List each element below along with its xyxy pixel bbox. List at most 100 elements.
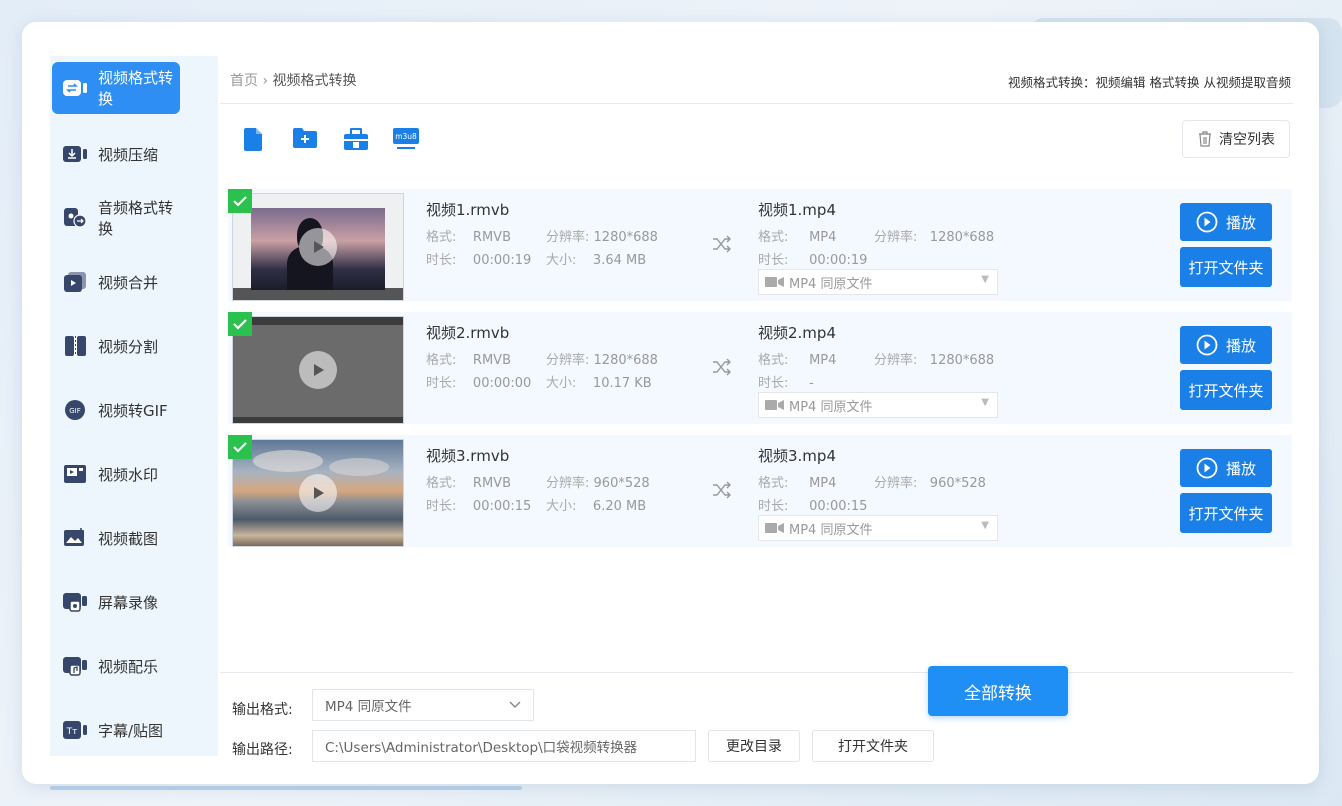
- dropdown-arrow-icon: ▼: [981, 274, 989, 285]
- output-duration: 时长: 00:00:15: [758, 495, 867, 514]
- file-row: 视频3.rmvb 格式: RMVB 分辨率: 960*528 时长: 00:00…: [228, 435, 1292, 547]
- duration-value: -: [809, 376, 814, 391]
- sidebar-item-label: 视频压缩: [98, 145, 159, 164]
- size-value: 6.20 MB: [592, 499, 647, 514]
- sidebar-item-screen-record[interactable]: 屏幕录像: [52, 576, 180, 628]
- play-circle-icon: [1196, 457, 1218, 479]
- duration-label: 时长:: [758, 253, 789, 268]
- import-device-icon[interactable]: [342, 126, 368, 152]
- sidebar-item-label: 屏幕录像: [98, 593, 159, 612]
- output-duration: 时长: -: [758, 372, 814, 391]
- open-folder-button[interactable]: 打开文件夹: [1180, 370, 1272, 410]
- source-format: 格式: RMVB: [426, 349, 511, 368]
- output-path-input[interactable]: C:\Users\Administrator\Desktop\口袋视频转换器: [312, 730, 696, 762]
- size-value: 3.64 MB: [592, 253, 647, 268]
- source-file-name: 视频1.rmvb: [426, 201, 510, 219]
- open-folder-button[interactable]: 打开文件夹: [1180, 493, 1272, 533]
- sidebar-item-video-music[interactable]: 视频配乐: [52, 640, 180, 692]
- convert-arrow-icon: [712, 358, 732, 376]
- play-label: 播放: [1225, 213, 1256, 232]
- resolution-value: 1280*688: [929, 353, 995, 368]
- output-format-label: 输出格式:: [232, 702, 293, 718]
- output-format-select[interactable]: MP4 同原文件 ▼: [758, 269, 998, 295]
- source-duration: 时长: 00:00:00: [426, 372, 531, 391]
- feature-description: 视频格式转换：视频编辑 格式转换 从视频提取音频: [1008, 75, 1291, 90]
- screenshot-icon: [62, 527, 90, 549]
- output-path-label: 输出路径:: [232, 742, 293, 758]
- sidebar-item-video-screenshot[interactable]: 视频截图: [52, 512, 180, 564]
- dropdown-arrow-icon: ▼: [981, 397, 989, 408]
- clear-list-button[interactable]: 清空列表: [1182, 120, 1290, 158]
- source-file-name: 视频2.rmvb: [426, 324, 510, 342]
- video-thumbnail[interactable]: [232, 316, 404, 424]
- top-bar: 首页 › 视频格式转换 视频格式转换：视频编辑 格式转换 从视频提取音频: [220, 56, 1293, 104]
- sidebar-item-label: 音频格式转换: [98, 199, 174, 238]
- output-format-select[interactable]: MP4 同原文件 ▼: [758, 515, 998, 541]
- subtitle-icon: Tт: [62, 719, 90, 741]
- resolution-label: 分辨率:: [874, 353, 918, 368]
- source-size: 大小: 6.20 MB: [546, 495, 646, 514]
- sidebar-item-subtitle[interactable]: Tт 字幕/贴图: [52, 704, 180, 756]
- duration-value: 00:00:19: [809, 253, 868, 268]
- size-label: 大小:: [546, 253, 577, 268]
- resolution-label: 分辨率:: [546, 353, 590, 368]
- size-label: 大小:: [546, 499, 577, 514]
- source-size: 大小: 3.64 MB: [546, 249, 646, 268]
- video-thumbnail[interactable]: [232, 193, 404, 301]
- source-format: 格式: RMVB: [426, 226, 511, 245]
- svg-text:Tт: Tт: [66, 727, 78, 737]
- duration-value: 00:00:15: [809, 499, 868, 514]
- open-output-folder-button[interactable]: 打开文件夹: [812, 730, 934, 762]
- checked-icon[interactable]: [228, 189, 252, 213]
- format-value: MP4: [809, 230, 837, 245]
- sidebar-item-video-watermark[interactable]: 视频水印: [52, 448, 180, 500]
- sidebar-item-label: 视频水印: [98, 465, 159, 484]
- play-overlay-icon[interactable]: [299, 228, 337, 266]
- convert-arrow-icon: [712, 481, 732, 499]
- output-format-dropdown[interactable]: MP4 同原文件: [312, 689, 534, 721]
- format-value: RMVB: [472, 476, 511, 491]
- sidebar-item-audio-convert[interactable]: 音频格式转换: [52, 192, 180, 244]
- breadcrumb-current: 视频格式转换: [272, 73, 357, 89]
- source-resolution: 分辨率: 1280*688: [546, 226, 658, 245]
- resolution-value: 1280*688: [593, 353, 658, 368]
- sidebar-item-label: 视频合并: [98, 273, 159, 292]
- output-file-name: 视频2.mp4: [758, 324, 836, 342]
- size-value: 10.17 KB: [592, 376, 652, 391]
- convert-all-button[interactable]: 全部转换: [928, 666, 1068, 716]
- resolution-label: 分辨率:: [874, 476, 918, 491]
- add-file-icon[interactable]: [242, 126, 268, 152]
- checked-icon[interactable]: [228, 435, 252, 459]
- play-button[interactable]: 播放: [1180, 203, 1272, 241]
- change-directory-button[interactable]: 更改目录: [708, 730, 800, 762]
- output-format-select[interactable]: MP4 同原文件 ▼: [758, 392, 998, 418]
- screen-record-icon: [62, 591, 90, 613]
- play-button[interactable]: 播放: [1180, 449, 1272, 487]
- play-button[interactable]: 播放: [1180, 326, 1272, 364]
- add-folder-icon[interactable]: [292, 126, 318, 152]
- format-label: 格式:: [758, 230, 789, 245]
- sidebar-item-video-convert[interactable]: 视频格式转换: [52, 62, 180, 114]
- app-window: 视频格式转换 视频压缩 音频格式转换 视频合并 视频分割 GIF 视频转GIF …: [22, 22, 1319, 784]
- breadcrumb-home[interactable]: 首页: [230, 73, 258, 89]
- sidebar-item-video-split[interactable]: 视频分割: [52, 320, 180, 372]
- size-label: 大小:: [546, 376, 577, 391]
- play-label: 播放: [1225, 459, 1256, 478]
- sidebar-item-video-gif[interactable]: GIF 视频转GIF: [52, 384, 180, 436]
- sidebar-item-video-compress[interactable]: 视频压缩: [52, 128, 180, 180]
- open-folder-button[interactable]: 打开文件夹: [1180, 247, 1272, 287]
- m3u8-icon[interactable]: m3u8: [392, 126, 420, 152]
- play-overlay-icon[interactable]: [299, 474, 337, 512]
- play-overlay-icon[interactable]: [299, 351, 337, 389]
- clear-list-label: 清空列表: [1219, 132, 1275, 148]
- video-thumbnail[interactable]: [232, 439, 404, 547]
- resolution-label: 分辨率:: [546, 230, 590, 245]
- output-resolution: 分辨率: 1280*688: [874, 226, 994, 245]
- output-file-name: 视频1.mp4: [758, 201, 836, 219]
- output-option-label: MP4 同原文件: [789, 522, 873, 538]
- sidebar: 视频格式转换 视频压缩 音频格式转换 视频合并 视频分割 GIF 视频转GIF …: [50, 56, 218, 756]
- checked-icon[interactable]: [228, 312, 252, 336]
- sidebar-item-label: 视频配乐: [98, 657, 159, 676]
- sidebar-item-video-merge[interactable]: 视频合并: [52, 256, 180, 308]
- duration-label: 时长:: [758, 499, 789, 514]
